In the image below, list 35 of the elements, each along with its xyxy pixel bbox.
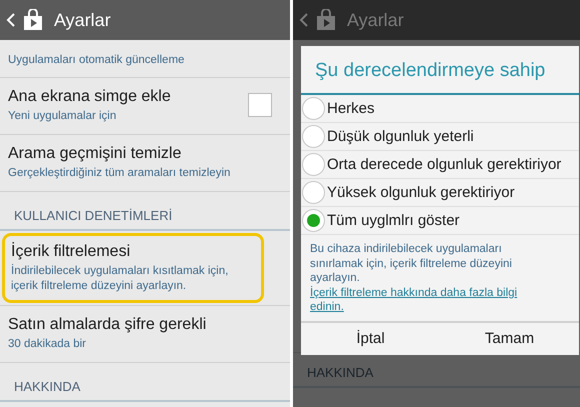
setting-title[interactable]: Arama geçmişini temizle [8,144,272,164]
dialog-description: Bu cihaza indirilebilecek uygulamaları sınırlamak için, içerik filtreleme düzeyini ayarlayın. [310,242,513,286]
radio-button[interactable] [302,181,325,204]
shopping-bag-icon [315,9,337,31]
radio-button[interactable] [302,125,325,148]
radio-button[interactable] [302,209,325,232]
setting-title[interactable]: Satın almalarda şifre gerekli [8,314,272,334]
setting-description: Yeni uygulamalar için [8,108,118,124]
radio-button[interactable] [302,153,325,176]
option-label: Yüksek olgunluk gerektiriyor [327,184,515,201]
back-icon[interactable] [299,12,309,28]
radio-option[interactable]: Yüksek olgunluk gerektiriyor [301,179,579,207]
setting-description: 30 dakikada bir [8,336,87,352]
option-label: Herkes [327,100,375,117]
option-label: Orta derecede olgunluk gerektiriyor [327,156,562,173]
info-link[interactable]: İçerik filtreleme hakkında daha fazla bilgi edinin. [310,286,543,314]
radio-option[interactable]: Herkes [301,95,579,123]
screen-title: Ayarlar [347,10,404,30]
setting-title[interactable]: İçerik filtrelemesi [11,242,255,262]
section-header: KULLANICI DENETİMLERİ [0,192,290,231]
radio-option[interactable]: Düşük olgunluk yeterli [301,123,579,151]
radio-option[interactable]: Tüm uyglmlrı göster [301,207,579,235]
option-label: Düşük olgunluk yeterli [327,128,474,145]
section-header: HAKKINDA [0,363,290,402]
checkbox[interactable] [248,93,272,117]
setting-title[interactable]: Ana ekrana simge ekle [8,86,238,106]
shopping-bag-icon [22,9,44,31]
setting-description: İndirilebilecek uygulamaları kısıtlamak için, içerik filtreleme düzeyini ayarlayın. [11,264,230,294]
screen-title: Ayarlar [54,10,111,30]
radio-option[interactable]: Orta derecede olgunluk gerektiriyor [301,151,579,179]
option-label: Tüm uyglmlrı göster [327,212,460,229]
setting-description: Gerçekleştirdiğiniz tüm aramaları temizleyin [8,166,232,180]
dialog-title: Şu derecelendirmeye sahip [301,46,579,95]
setting-description: Uygulamaları otomatik güncelleme [8,53,186,68]
radio-button[interactable] [302,97,325,120]
